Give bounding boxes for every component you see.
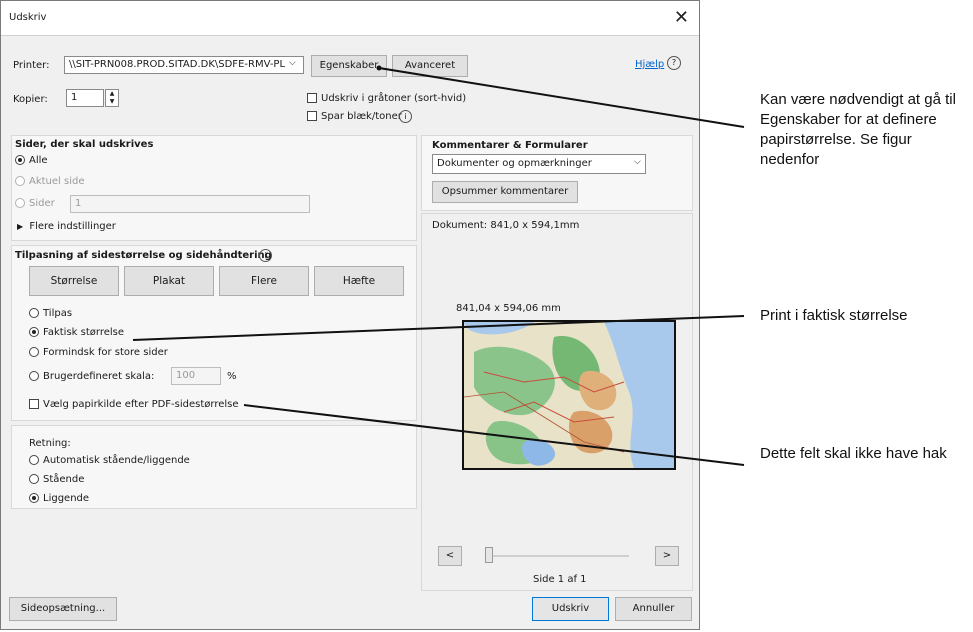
annotation-actual-size: Print i faktisk størrelse [760,307,908,324]
annotation-dot-properties [376,65,382,71]
annotation-paper-source: Dette felt skal ikke have hak [760,445,947,462]
annotation-line-paper-source [243,404,745,466]
annotation-line-actual-size [132,315,745,341]
annotation-properties: Kan være nødvendigt at gå til Egenskaber… [760,91,956,168]
annotation-line-properties [378,67,745,128]
